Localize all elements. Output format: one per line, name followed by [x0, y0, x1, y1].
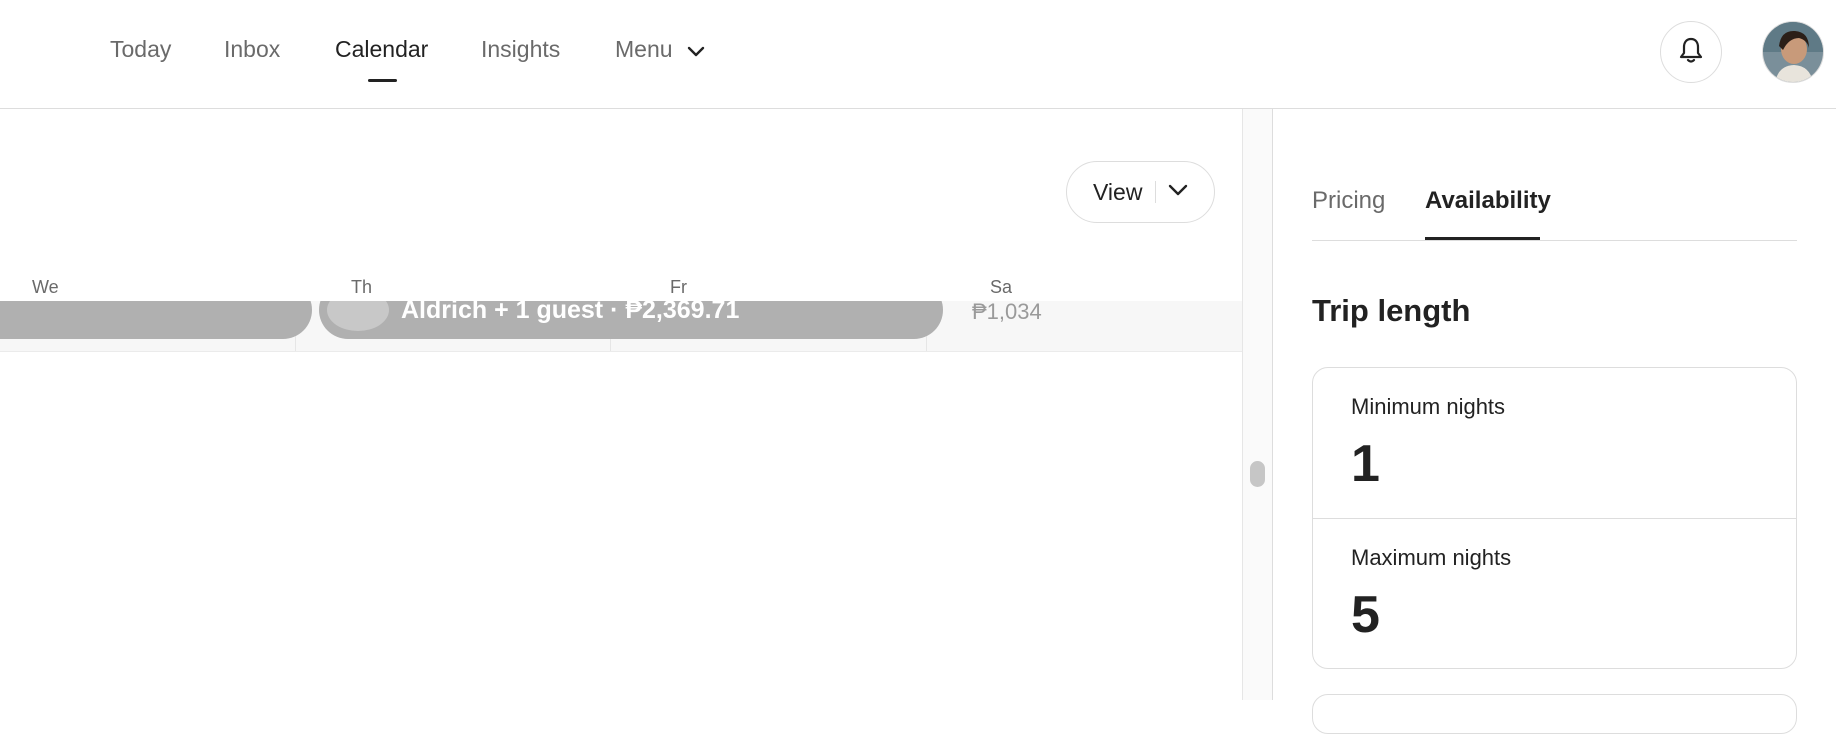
view-button-label: View — [1093, 178, 1143, 205]
chevron-down-icon — [1168, 183, 1188, 202]
nav-item-menu[interactable]: Menu — [615, 36, 705, 64]
tab-bar-rule — [1312, 240, 1797, 241]
saturday-price: ₱1,034 — [972, 299, 1042, 324]
view-button-separator — [1155, 181, 1157, 203]
max-nights-value: 5 — [1351, 586, 1380, 644]
min-nights-label: Minimum nights — [1351, 394, 1506, 419]
day-label-fr: Fr — [670, 277, 687, 297]
top-nav-bar: Today Inbox Calendar Insights Menu — [0, 0, 1836, 109]
trip-length-card: Minimum nights 1 Maximum nights 5 — [1312, 367, 1797, 669]
scrollbar-track[interactable] — [1243, 109, 1272, 700]
nav-menu-label: Menu — [615, 36, 673, 62]
nav-item-inbox[interactable]: Inbox — [224, 36, 280, 63]
max-nights-field[interactable]: Maximum nights 5 — [1313, 519, 1796, 668]
day-label-we: We — [32, 277, 59, 297]
nav-item-today[interactable]: Today — [110, 36, 171, 63]
min-nights-value: 1 — [1351, 435, 1380, 493]
max-nights-label: Maximum nights — [1351, 545, 1512, 570]
day-header-band — [0, 257, 1242, 301]
nav-active-underline — [368, 79, 397, 82]
avatar[interactable] — [1762, 21, 1824, 83]
tab-availability[interactable]: Availability — [1425, 187, 1551, 215]
nav-item-calendar[interactable]: Calendar — [335, 36, 428, 63]
tab-pricing[interactable]: Pricing — [1312, 187, 1385, 215]
scrollbar-thumb[interactable] — [1250, 461, 1265, 487]
settings-panel: Pricing Availability Trip length Minimum… — [1273, 109, 1836, 734]
min-nights-field[interactable]: Minimum nights 1 — [1313, 368, 1796, 518]
notifications-button[interactable] — [1660, 21, 1722, 83]
calendar-week-row: Aldrich + 1 guest · ₱2,369.71 ₱1,034 — [0, 281, 1242, 352]
bell-icon — [1678, 36, 1704, 69]
view-dropdown-button[interactable]: View — [1066, 161, 1215, 223]
calendar-area: View Aldrich + 1 guest · ₱2,369.71 ₱1,03… — [0, 109, 1272, 700]
chevron-down-icon — [687, 37, 705, 64]
next-card[interactable] — [1312, 694, 1797, 734]
nav-item-insights[interactable]: Insights — [481, 36, 560, 63]
day-label-th: Th — [351, 277, 373, 297]
section-title: Trip length — [1312, 293, 1471, 328]
day-label-sa: Sa — [990, 277, 1013, 297]
tab-active-underline — [1425, 237, 1540, 240]
user-avatar-image — [1763, 22, 1823, 82]
